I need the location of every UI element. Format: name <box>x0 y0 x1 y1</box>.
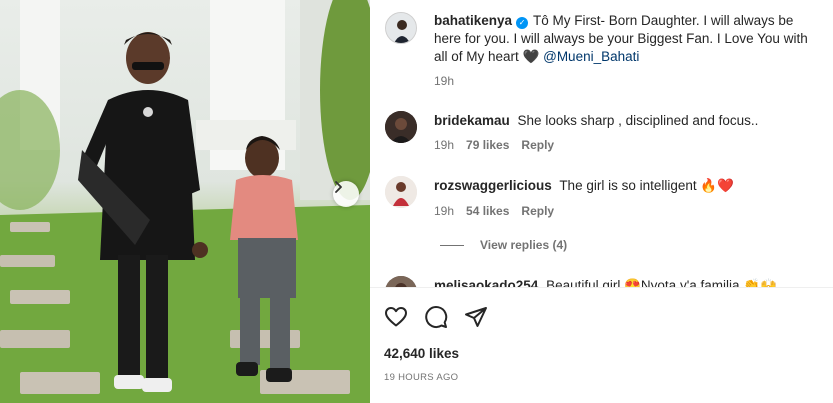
caption-age: 19h <box>434 74 455 88</box>
comment-likes-button[interactable]: 54 likes <box>466 204 509 218</box>
view-replies-label: View replies (4) <box>480 238 568 252</box>
paper-plane-icon <box>465 307 487 327</box>
comments-scroll-area[interactable]: bahatikenya ✓ Tô My First- Born Daughter. … <box>370 0 833 287</box>
comment-text: She looks sharp , disciplined and focus.… <box>517 113 759 128</box>
comment-avatar[interactable] <box>385 176 417 208</box>
comment-meta: 19h 79 likes Reply <box>434 138 554 152</box>
comment-username[interactable]: melisaokado254 <box>434 278 538 287</box>
comment-meta: 19h 54 likes Reply <box>434 204 554 218</box>
comment-age: 19h <box>434 204 455 218</box>
verified-badge-icon: ✓ <box>516 17 529 29</box>
author-username[interactable]: bahatikenya <box>434 13 512 28</box>
share-button[interactable] <box>464 305 488 329</box>
post-caption: bahatikenya ✓ Tô My First- Born Daughter. … <box>434 12 819 66</box>
comment-username[interactable]: rozswaggerlicious <box>434 178 552 193</box>
photo-illustration <box>0 0 370 403</box>
comment-text: Beautiful girl 😍Nyota y'a familia 👏🙌 <box>546 278 777 287</box>
comment-avatar-image <box>385 176 417 208</box>
author-avatar[interactable] <box>385 12 417 44</box>
heart-icon <box>385 307 407 327</box>
carousel-next-button[interactable] <box>333 181 359 207</box>
chevron-right-icon <box>335 181 342 193</box>
comment-avatar[interactable] <box>385 276 417 287</box>
comment-text: The girl is so intelligent 🔥❤️ <box>559 178 734 193</box>
post-like-count[interactable]: 42,640 likes <box>384 346 459 361</box>
comment-age: 19h <box>434 138 455 152</box>
comment-button[interactable] <box>424 305 448 329</box>
comment-bubble-icon <box>425 306 448 328</box>
post-photo[interactable] <box>0 0 370 403</box>
author-avatar-image <box>386 13 416 43</box>
caption-meta: 19h <box>434 74 454 88</box>
comment-reply-button[interactable]: Reply <box>521 204 554 218</box>
comment-username[interactable]: bridekamau <box>434 113 510 128</box>
comment-item: bridekamau She looks sharp , disciplined… <box>434 112 819 130</box>
instagram-post-view: bahatikenya ✓ Tô My First- Born Daughter. … <box>0 0 833 403</box>
comment-avatar[interactable] <box>385 111 417 143</box>
comment-reply-button[interactable]: Reply <box>521 138 554 152</box>
caption-mention-link[interactable]: @Mueni_Bahati <box>543 49 639 64</box>
post-actions-bar <box>384 305 504 329</box>
post-side-panel: bahatikenya ✓ Tô My First- Born Daughter. … <box>370 0 833 403</box>
comment-item: melisaokado254 Beautiful girl 😍Nyota y'a… <box>434 277 819 287</box>
like-button[interactable] <box>384 305 408 329</box>
comment-avatar-image <box>385 276 417 287</box>
post-timestamp: 19 HOURS AGO <box>384 372 459 383</box>
comment-item: rozswaggerlicious The girl is so intelli… <box>434 177 819 195</box>
view-replies-button[interactable]: View replies (4) <box>440 238 567 252</box>
section-divider <box>370 287 833 288</box>
view-replies-line <box>440 244 464 246</box>
comment-likes-button[interactable]: 79 likes <box>466 138 509 152</box>
comment-avatar-image <box>385 111 417 143</box>
